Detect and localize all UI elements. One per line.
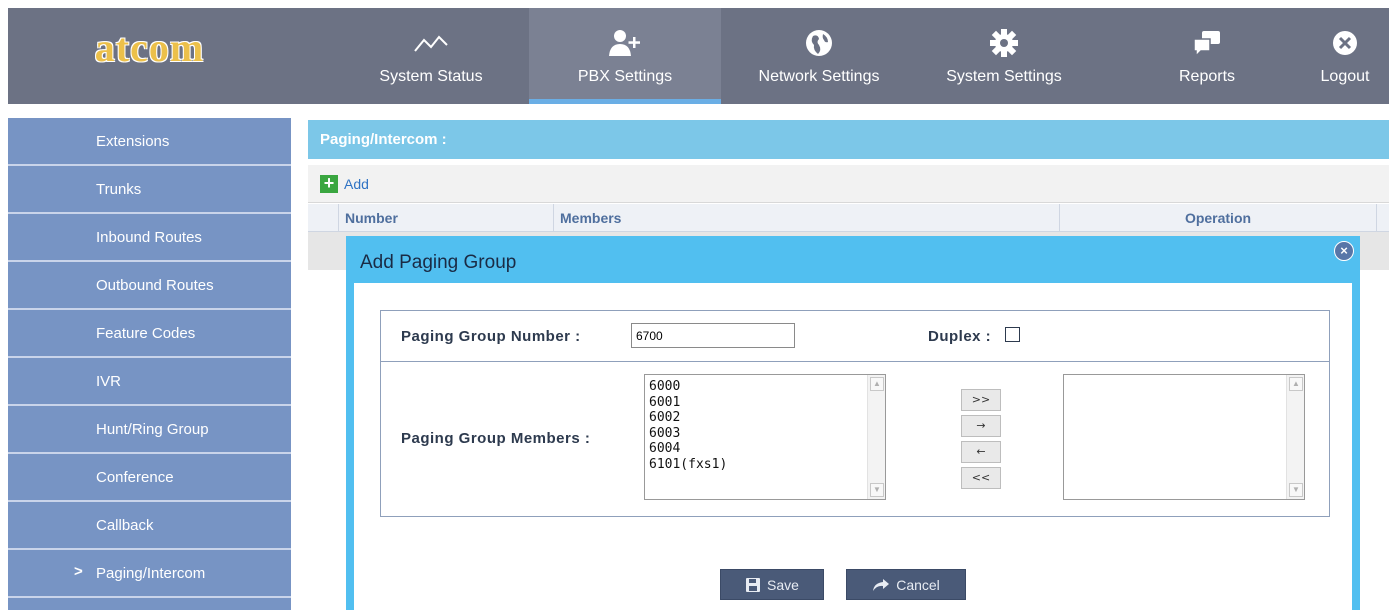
sidebar-item-label: Paging/Intercom (96, 564, 206, 582)
form-row-number: Paging Group Number : Duplex : (381, 311, 1329, 362)
scroll-up-icon[interactable]: ▲ (1289, 377, 1303, 391)
list-item[interactable]: 6002 (649, 410, 727, 426)
sidebar-item-label: Outbound Routes (96, 276, 214, 294)
duplex-label: Duplex : (928, 328, 992, 345)
sidebar-item-label: Trunks (96, 180, 142, 198)
list-item[interactable]: 6003 (649, 426, 727, 442)
table-header: Number Members Operation (308, 204, 1389, 232)
chevron-right-icon: > (74, 563, 83, 580)
column-members[interactable]: Members (553, 204, 1059, 232)
sidebar-item-feature-codes[interactable]: Feature Codes (8, 310, 291, 358)
column-number[interactable]: Number (338, 204, 553, 232)
chat-icon (1192, 8, 1222, 68)
nav-label: System Status (379, 68, 483, 85)
close-circle-icon (1331, 8, 1359, 68)
members-label: Paging Group Members : (401, 430, 591, 447)
floppy-disk-icon (746, 577, 761, 592)
sidebar-item-outbound-routes[interactable]: Outbound Routes (8, 262, 291, 310)
list-item[interactable]: 6004 (649, 441, 727, 457)
sidebar-item-label: Extensions (96, 132, 170, 150)
line-chart-icon (413, 8, 449, 68)
nav-system-status[interactable]: System Status (338, 8, 524, 104)
sidebar-item-label: Conference (96, 468, 174, 486)
nav-pbx-settings[interactable]: PBX Settings (529, 8, 721, 104)
cancel-button[interactable]: Cancel (846, 569, 966, 600)
top-header: atcom System Status PBX Settings Network… (8, 8, 1389, 104)
nav-system-settings[interactable]: System Settings (917, 8, 1091, 104)
move-all-left-button[interactable]: << (961, 467, 1001, 489)
sidebar-item-label: Hunt/Ring Group (96, 420, 209, 438)
nav-label: Logout (1320, 68, 1370, 85)
scroll-down-icon[interactable]: ▼ (870, 483, 884, 497)
sidebar-item-label: Feature Codes (96, 324, 196, 342)
cancel-label: Cancel (896, 576, 940, 593)
sidebar: Extensions Trunks Inbound Routes Outboun… (8, 118, 291, 610)
globe-icon (804, 8, 834, 68)
add-paging-group-dialog: Add Paging Group Paging Group Number : D… (346, 236, 1360, 610)
gear-icon (989, 8, 1019, 68)
save-button[interactable]: Save (720, 569, 824, 600)
scrollbar[interactable]: ▲ ▼ (867, 375, 885, 499)
sidebar-item-extensions[interactable]: Extensions (8, 118, 291, 166)
add-user-icon (608, 8, 642, 68)
nav-label: Network Settings (758, 68, 880, 85)
move-all-right-button[interactable]: >> (961, 389, 1001, 411)
share-arrow-icon (873, 578, 890, 591)
scroll-up-icon[interactable]: ▲ (870, 377, 884, 391)
logo-text: atcom (94, 25, 205, 70)
sidebar-item-label: Inbound Routes (96, 228, 202, 246)
available-members-items: 6000 6001 6002 6003 6004 6101(fxs1) (649, 379, 727, 472)
nav-label: Reports (1178, 68, 1236, 85)
sidebar-item-inbound-routes[interactable]: Inbound Routes (8, 214, 291, 262)
nav-logout[interactable]: Logout (1308, 8, 1382, 104)
selected-members-list[interactable]: ▲ ▼ (1063, 374, 1305, 500)
sidebar-item-conference[interactable]: Conference (8, 454, 291, 502)
dialog-title: Add Paging Group (360, 252, 517, 273)
list-item[interactable]: 6101(fxs1) (649, 457, 727, 473)
move-left-button[interactable]: ← (961, 441, 1001, 463)
sidebar-item-label: IVR (96, 372, 122, 390)
dialog-body: Paging Group Number : Duplex : Paging Gr… (354, 283, 1352, 610)
nav-reports[interactable]: Reports (1127, 8, 1287, 104)
sidebar-item-paging-intercom[interactable]: > Paging/Intercom (8, 550, 291, 598)
nav-label: PBX Settings (577, 68, 673, 85)
group-number-label: Paging Group Number : (401, 328, 581, 345)
list-item[interactable]: 6001 (649, 395, 727, 411)
section-title: Paging/Intercom : (308, 120, 1389, 159)
close-icon[interactable]: × (1334, 241, 1354, 261)
toolbar: + Add (308, 165, 1389, 203)
add-link[interactable]: Add (344, 176, 369, 192)
move-right-button[interactable]: → (961, 415, 1001, 437)
atcom-logo: atcom (8, 8, 291, 104)
scroll-down-icon[interactable]: ▼ (1289, 483, 1303, 497)
sidebar-item-hunt-ring-group[interactable]: Hunt/Ring Group (8, 406, 291, 454)
sidebar-item-trunks[interactable]: Trunks (8, 166, 291, 214)
nav-label: System Settings (946, 68, 1062, 85)
list-item[interactable]: 6000 (649, 379, 727, 395)
column-operation[interactable]: Operation (1059, 204, 1377, 232)
sidebar-item-callback[interactable]: Callback (8, 502, 291, 550)
available-members-list[interactable]: 6000 6001 6002 6003 6004 6101(fxs1) ▲ ▼ (644, 374, 886, 500)
duplex-checkbox[interactable] (1005, 327, 1020, 342)
paging-group-form: Paging Group Number : Duplex : Paging Gr… (380, 310, 1330, 517)
nav-network-settings[interactable]: Network Settings (727, 8, 911, 104)
save-label: Save (767, 576, 799, 593)
plus-icon[interactable]: + (320, 174, 338, 193)
sidebar-item-label: Callback (96, 516, 154, 534)
scrollbar[interactable]: ▲ ▼ (1286, 375, 1304, 499)
group-number-input[interactable] (631, 323, 795, 348)
sidebar-item-ivr[interactable]: IVR (8, 358, 291, 406)
